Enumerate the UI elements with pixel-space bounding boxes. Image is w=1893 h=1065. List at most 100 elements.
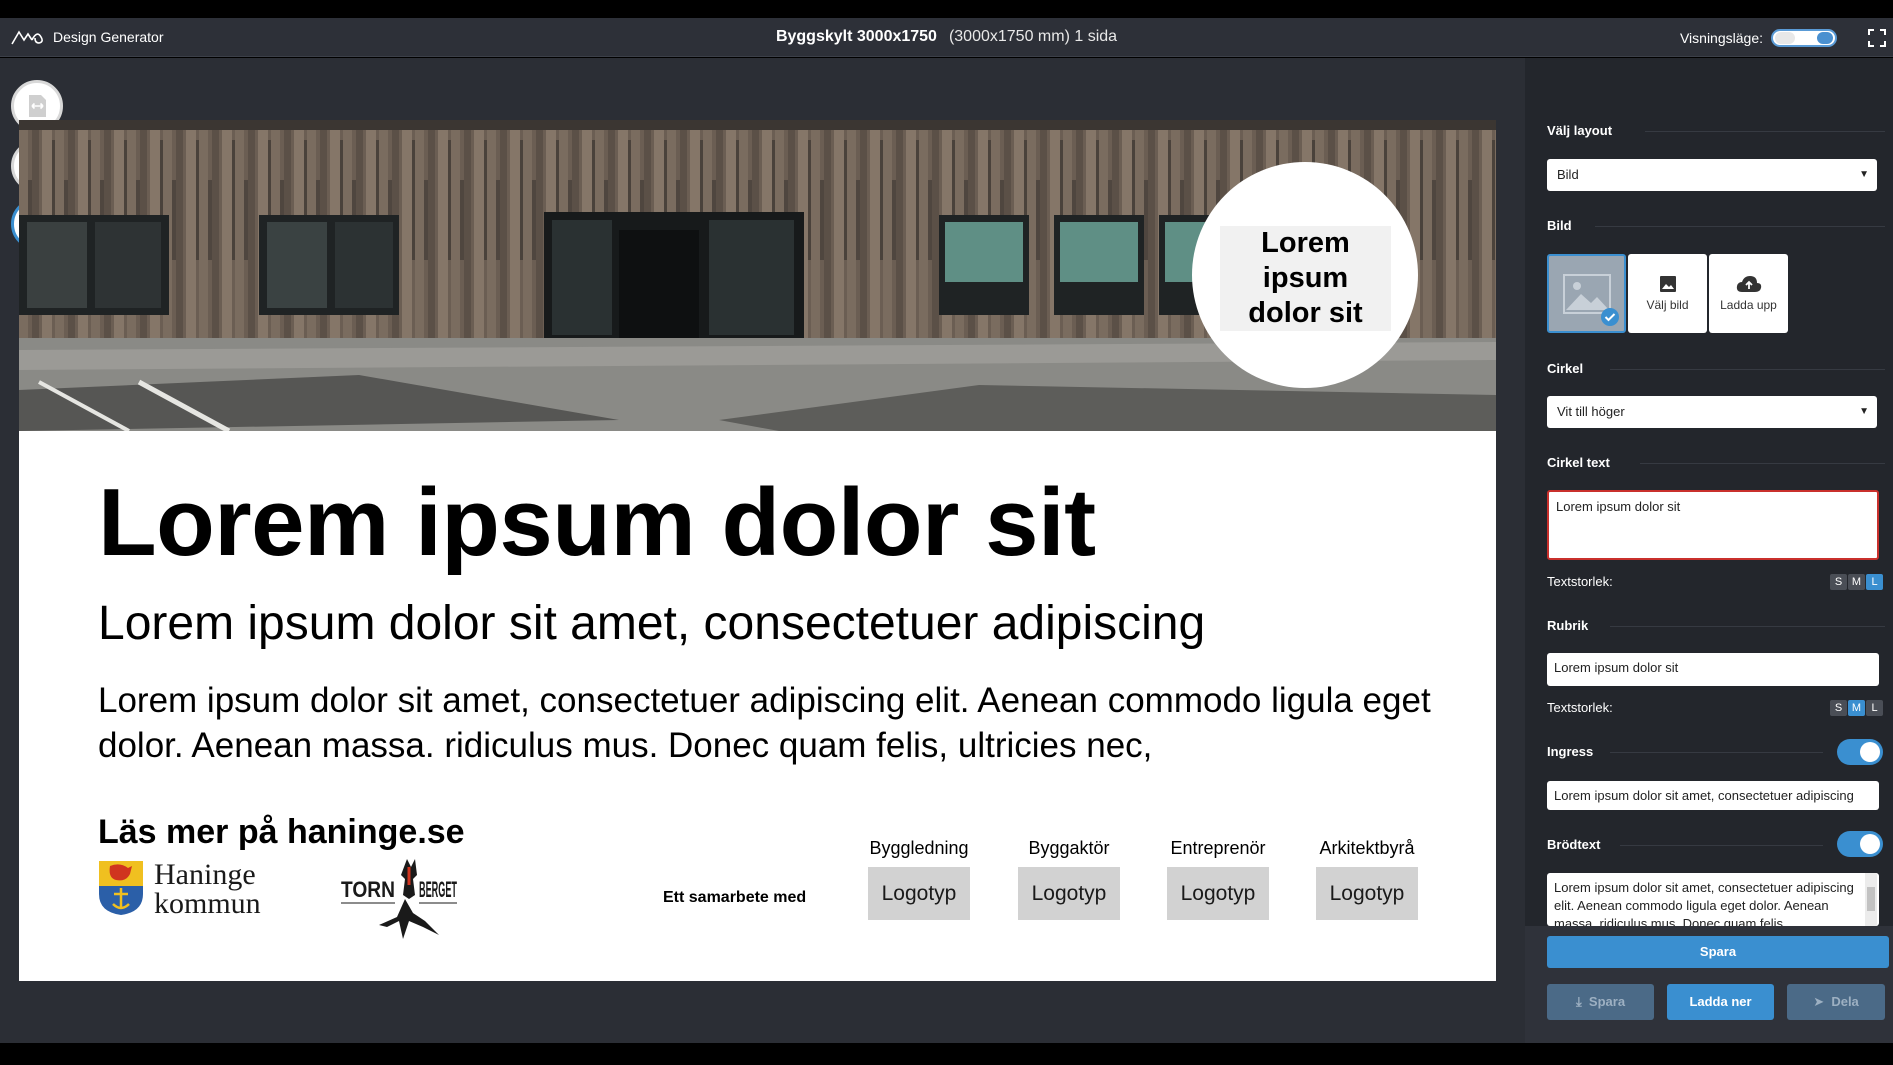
- upload-image-label: Ladda upp: [1720, 298, 1777, 312]
- circle-text-input[interactable]: Lorem ipsum dolor sit: [1547, 490, 1879, 560]
- document-meta: (3000x1750 mm) 1 sida: [948, 28, 1118, 45]
- document-name: Byggskylt 3000x1750: [775, 28, 937, 45]
- partner-byggaktor[interactable]: Byggaktör Logotyp: [1018, 838, 1120, 920]
- chevron-down-icon: ▼: [1859, 406, 1869, 417]
- body-input[interactable]: Lorem ipsum dolor sit amet, consectetuer…: [1547, 873, 1879, 926]
- choose-image-button[interactable]: Välj bild: [1628, 254, 1707, 333]
- heading-size-label: Textstorlek:: [1547, 700, 1613, 715]
- circle-text-section-title: Cirkel text: [1547, 455, 1610, 470]
- share-label: Dela: [1831, 994, 1859, 1009]
- view-mode-label: Visningsläge:: [1679, 30, 1763, 46]
- circle-text-size-label: Textstorlek:: [1547, 574, 1613, 589]
- partner-entreprenor[interactable]: Entreprenör Logotyp: [1167, 838, 1269, 920]
- body-input-scrollbar[interactable]: [1865, 873, 1877, 926]
- haninge-name-line1: Haninge: [154, 858, 256, 891]
- save-button[interactable]: Spara: [1547, 936, 1889, 968]
- document-title: Byggskylt 3000x1750 (3000x1750 mm) 1 sida: [0, 28, 1893, 46]
- section-divider: [1645, 131, 1885, 132]
- view-mode-toggle[interactable]: [1771, 29, 1837, 47]
- section-divider: [1610, 626, 1885, 627]
- circle-section-title: Cirkel: [1547, 361, 1584, 376]
- fullscreen-icon[interactable]: [1867, 28, 1887, 48]
- heading-section-title: Rubrik: [1547, 618, 1589, 633]
- body-section-title: Brödtext: [1547, 837, 1601, 852]
- tornberget-text-1: TORN: [341, 877, 395, 902]
- size-option-m[interactable]: M: [1848, 574, 1865, 590]
- partner-byggledning[interactable]: Byggledning Logotyp: [868, 838, 970, 920]
- choose-image-label: Välj bild: [1646, 298, 1689, 312]
- layout-section-title: Välj layout: [1547, 123, 1613, 138]
- ingress-toggle[interactable]: [1837, 739, 1883, 765]
- tornberget-logo: TORN BERGET: [341, 859, 457, 939]
- partner-logo-placeholder[interactable]: Logotyp: [1316, 867, 1418, 920]
- view-mode: Visningsläge:: [1680, 29, 1837, 47]
- panel-footer: Spara ⤓ Spara Ladda ner ➤ Dela: [1525, 926, 1893, 1043]
- tornberget-text-2: BERGET: [419, 877, 457, 902]
- size-option-m[interactable]: M: [1848, 700, 1865, 716]
- partner-role: Entreprenör: [1170, 838, 1266, 858]
- body-input-text: Lorem ipsum dolor sit amet, consectetuer…: [1554, 880, 1854, 926]
- ingress-section-title: Ingress: [1547, 744, 1594, 759]
- fit-width-icon: [29, 95, 46, 117]
- brand-name: Design Generator: [53, 29, 164, 45]
- send-icon: ➤: [1813, 994, 1825, 1009]
- sign-circle-text[interactable]: Lorem ipsum dolor sit: [1220, 226, 1391, 331]
- sign-read-more: Läs mer på haninge.se: [98, 813, 465, 851]
- image-icon: [1659, 276, 1676, 292]
- partner-role: Byggledning: [869, 838, 969, 858]
- ingress-input[interactable]: Lorem ipsum dolor sit amet, consectetuer…: [1547, 781, 1879, 810]
- save-template-label: Spara: [1588, 994, 1626, 1009]
- partner-role: Arkitektbyrå: [1319, 838, 1415, 858]
- circle-select[interactable]: Vit till höger ▼: [1547, 396, 1877, 428]
- scrollbar-thumb[interactable]: [1867, 887, 1875, 911]
- app-window: Design Generator Byggskylt 3000x1750 (300…: [0, 0, 1893, 1065]
- download-button[interactable]: Ladda ner: [1667, 984, 1774, 1020]
- section-divider: [1610, 369, 1885, 370]
- partner-logo-placeholder[interactable]: Logotyp: [1167, 867, 1269, 920]
- view-toggle-segment: [1817, 32, 1833, 44]
- size-option-s[interactable]: S: [1830, 574, 1847, 590]
- sign-headline[interactable]: Lorem ipsum dolor sit: [98, 468, 1096, 578]
- haninge-name-line2: kommun: [154, 887, 261, 920]
- size-option-l[interactable]: L: [1866, 574, 1883, 590]
- partner-role: Byggaktör: [1028, 838, 1110, 858]
- top-bar: Design Generator Byggskylt 3000x1750 (300…: [0, 18, 1893, 57]
- partner-logo-placeholder[interactable]: Logotyp: [1018, 867, 1120, 920]
- view-toggle-knob: [1775, 32, 1795, 44]
- sign-body[interactable]: Lorem ipsum dolor sit amet, consectetuer…: [98, 678, 1478, 768]
- partner-logo-placeholder[interactable]: Logotyp: [868, 867, 970, 920]
- haninge-name: Haninge kommun: [154, 858, 261, 920]
- body-toggle[interactable]: [1837, 831, 1883, 857]
- layout-select-value: Bild: [1557, 167, 1579, 182]
- sign-canvas[interactable]: Lorem ipsum dolor sit Lorem ipsum dolor …: [19, 120, 1496, 981]
- bottom-bar: [0, 1043, 1893, 1065]
- circle-select-value: Vit till höger: [1557, 404, 1625, 419]
- size-option-l[interactable]: L: [1866, 700, 1883, 716]
- share-button[interactable]: ➤ Dela: [1787, 984, 1885, 1020]
- haninge-logo: Haninge kommun: [98, 858, 261, 920]
- circle-text-size-selector: S M L: [1830, 574, 1883, 590]
- brand-logo-icon: [11, 30, 43, 45]
- download-arrow-icon: ⤓: [1575, 994, 1582, 1009]
- chevron-down-icon: ▼: [1859, 169, 1869, 180]
- workspace: 100: [0, 58, 1525, 1043]
- cloud-upload-icon: [1736, 276, 1761, 292]
- layout-select[interactable]: Bild ▼: [1547, 159, 1877, 191]
- sign-lead[interactable]: Lorem ipsum dolor sit amet, consectetuer…: [98, 596, 1205, 651]
- settings-panel: Välj layout Bild ▼ Bild Välj bild Ladda …: [1525, 58, 1893, 1043]
- partner-arkitektbyra[interactable]: Arkitektbyrå Logotyp: [1316, 838, 1418, 920]
- heading-size-selector: S M L: [1830, 700, 1883, 716]
- section-divider: [1620, 845, 1823, 846]
- section-divider: [1610, 752, 1823, 753]
- image-option-current[interactable]: [1547, 254, 1626, 333]
- brand[interactable]: Design Generator: [11, 28, 164, 46]
- save-template-button[interactable]: ⤓ Spara: [1547, 984, 1654, 1020]
- size-option-s[interactable]: S: [1830, 700, 1847, 716]
- section-divider: [1640, 463, 1885, 464]
- section-divider: [1595, 226, 1885, 227]
- settings-scroll-area[interactable]: Välj layout Bild ▼ Bild Välj bild Ladda …: [1525, 58, 1893, 926]
- heading-input[interactable]: Lorem ipsum dolor sit: [1547, 653, 1879, 686]
- upload-image-button[interactable]: Ladda upp: [1709, 254, 1788, 333]
- checkmark-icon: [1601, 308, 1619, 326]
- image-section-title: Bild: [1547, 218, 1572, 233]
